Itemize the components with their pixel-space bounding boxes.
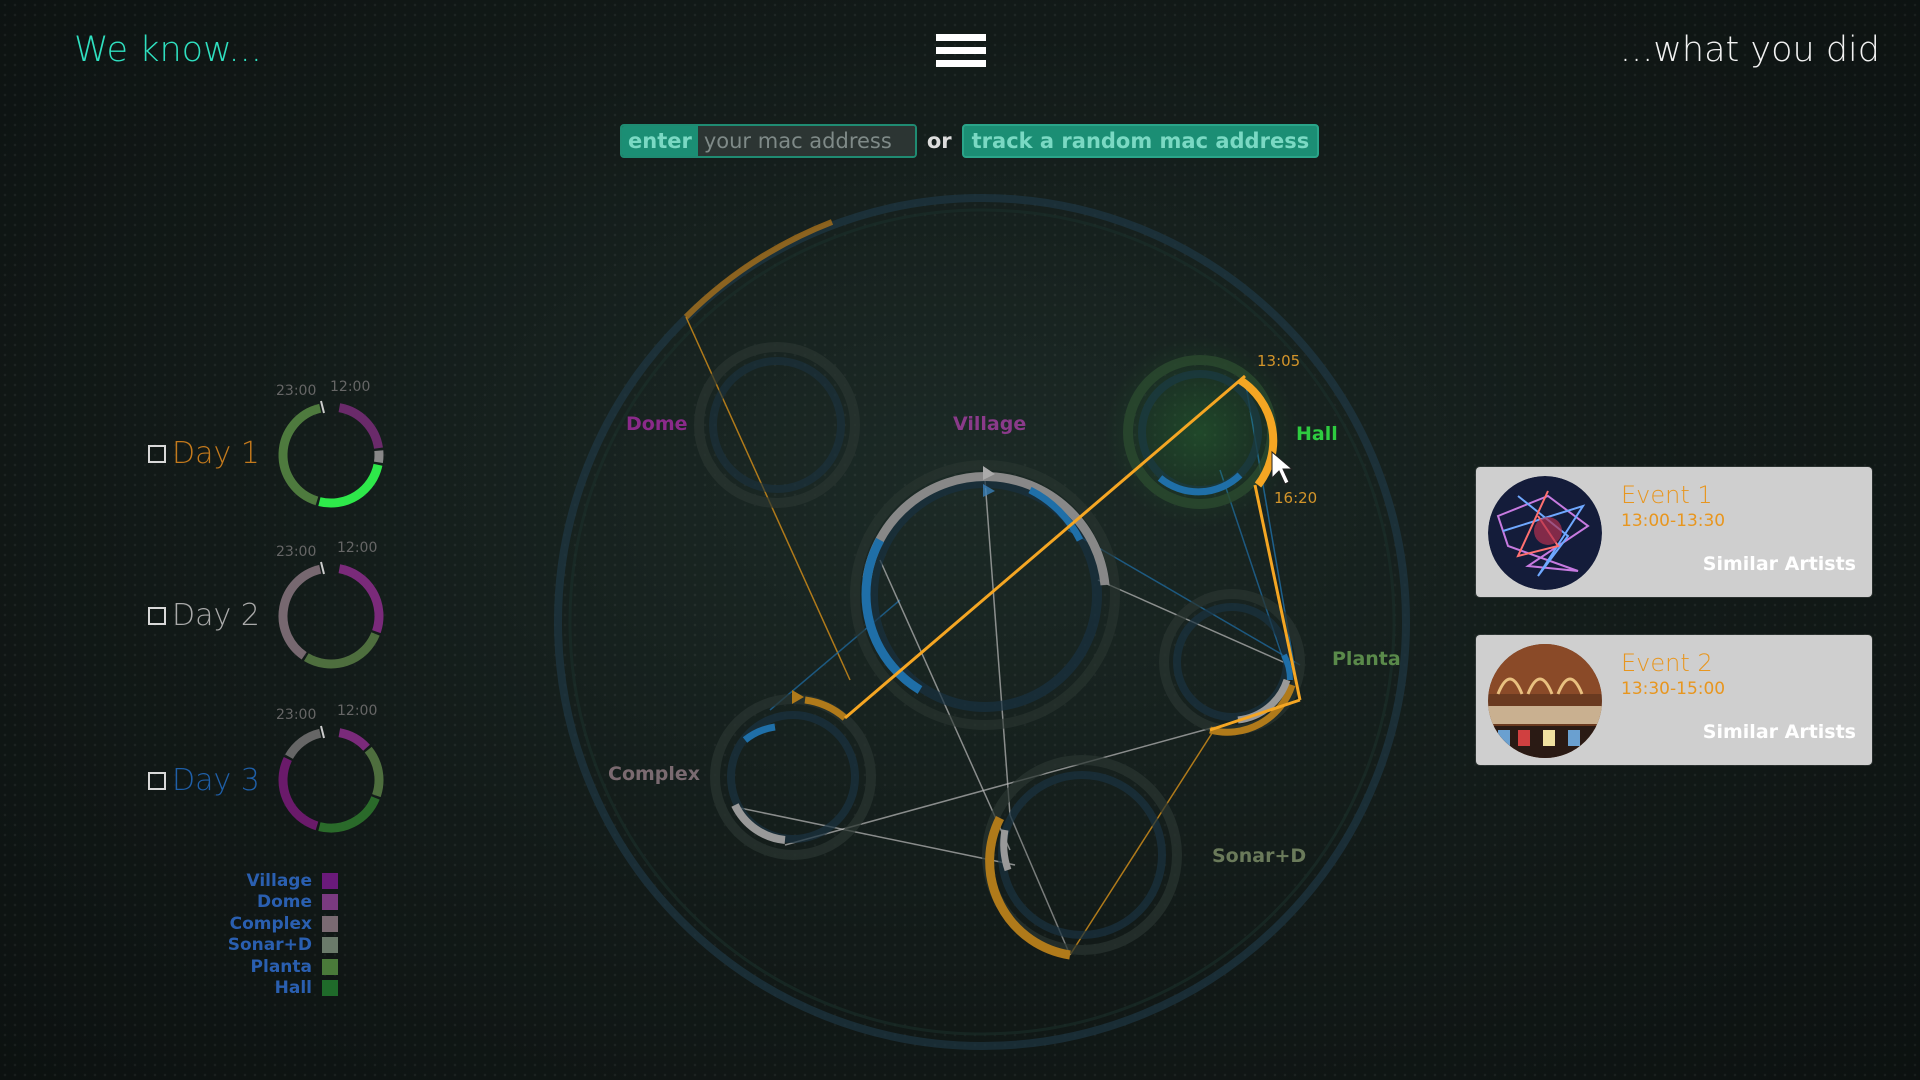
event-2-time: 13:30-15:00	[1621, 679, 1726, 699]
event-2-thumbnail	[1488, 644, 1602, 758]
venue-label-sonar-d: Sonar+D	[1212, 845, 1306, 867]
event-card-1[interactable]: Event 1 13:00-13:30 Similar Artists	[1476, 467, 1872, 597]
venue-planta[interactable]	[1159, 589, 1305, 736]
event-2-similar-artists-link[interactable]: Similar Artists	[1703, 721, 1856, 743]
event-card-2[interactable]: Event 2 13:30-15:00 Similar Artists	[1476, 635, 1872, 765]
venue-dome[interactable]	[694, 342, 860, 508]
hall-time-start: 13:05	[1257, 352, 1300, 370]
venue-label-hall: Hall	[1296, 423, 1338, 445]
event-2-title: Event 2	[1621, 649, 1713, 677]
outer-ring	[554, 194, 1410, 1050]
venue-label-planta: Planta	[1332, 648, 1401, 670]
event-1-title: Event 1	[1621, 481, 1713, 509]
hall-time-end: 16:20	[1274, 489, 1317, 507]
venue-label-dome: Dome	[626, 413, 688, 435]
venue-sonar-d[interactable]	[982, 755, 1182, 960]
event-1-time: 13:00-13:30	[1621, 511, 1726, 531]
venue-village[interactable]	[850, 460, 1120, 730]
venue-label-complex: Complex	[608, 763, 700, 785]
event-1-similar-artists-link[interactable]: Similar Artists	[1703, 553, 1856, 575]
event-1-thumbnail	[1488, 476, 1602, 590]
venue-label-village: Village	[953, 413, 1026, 435]
